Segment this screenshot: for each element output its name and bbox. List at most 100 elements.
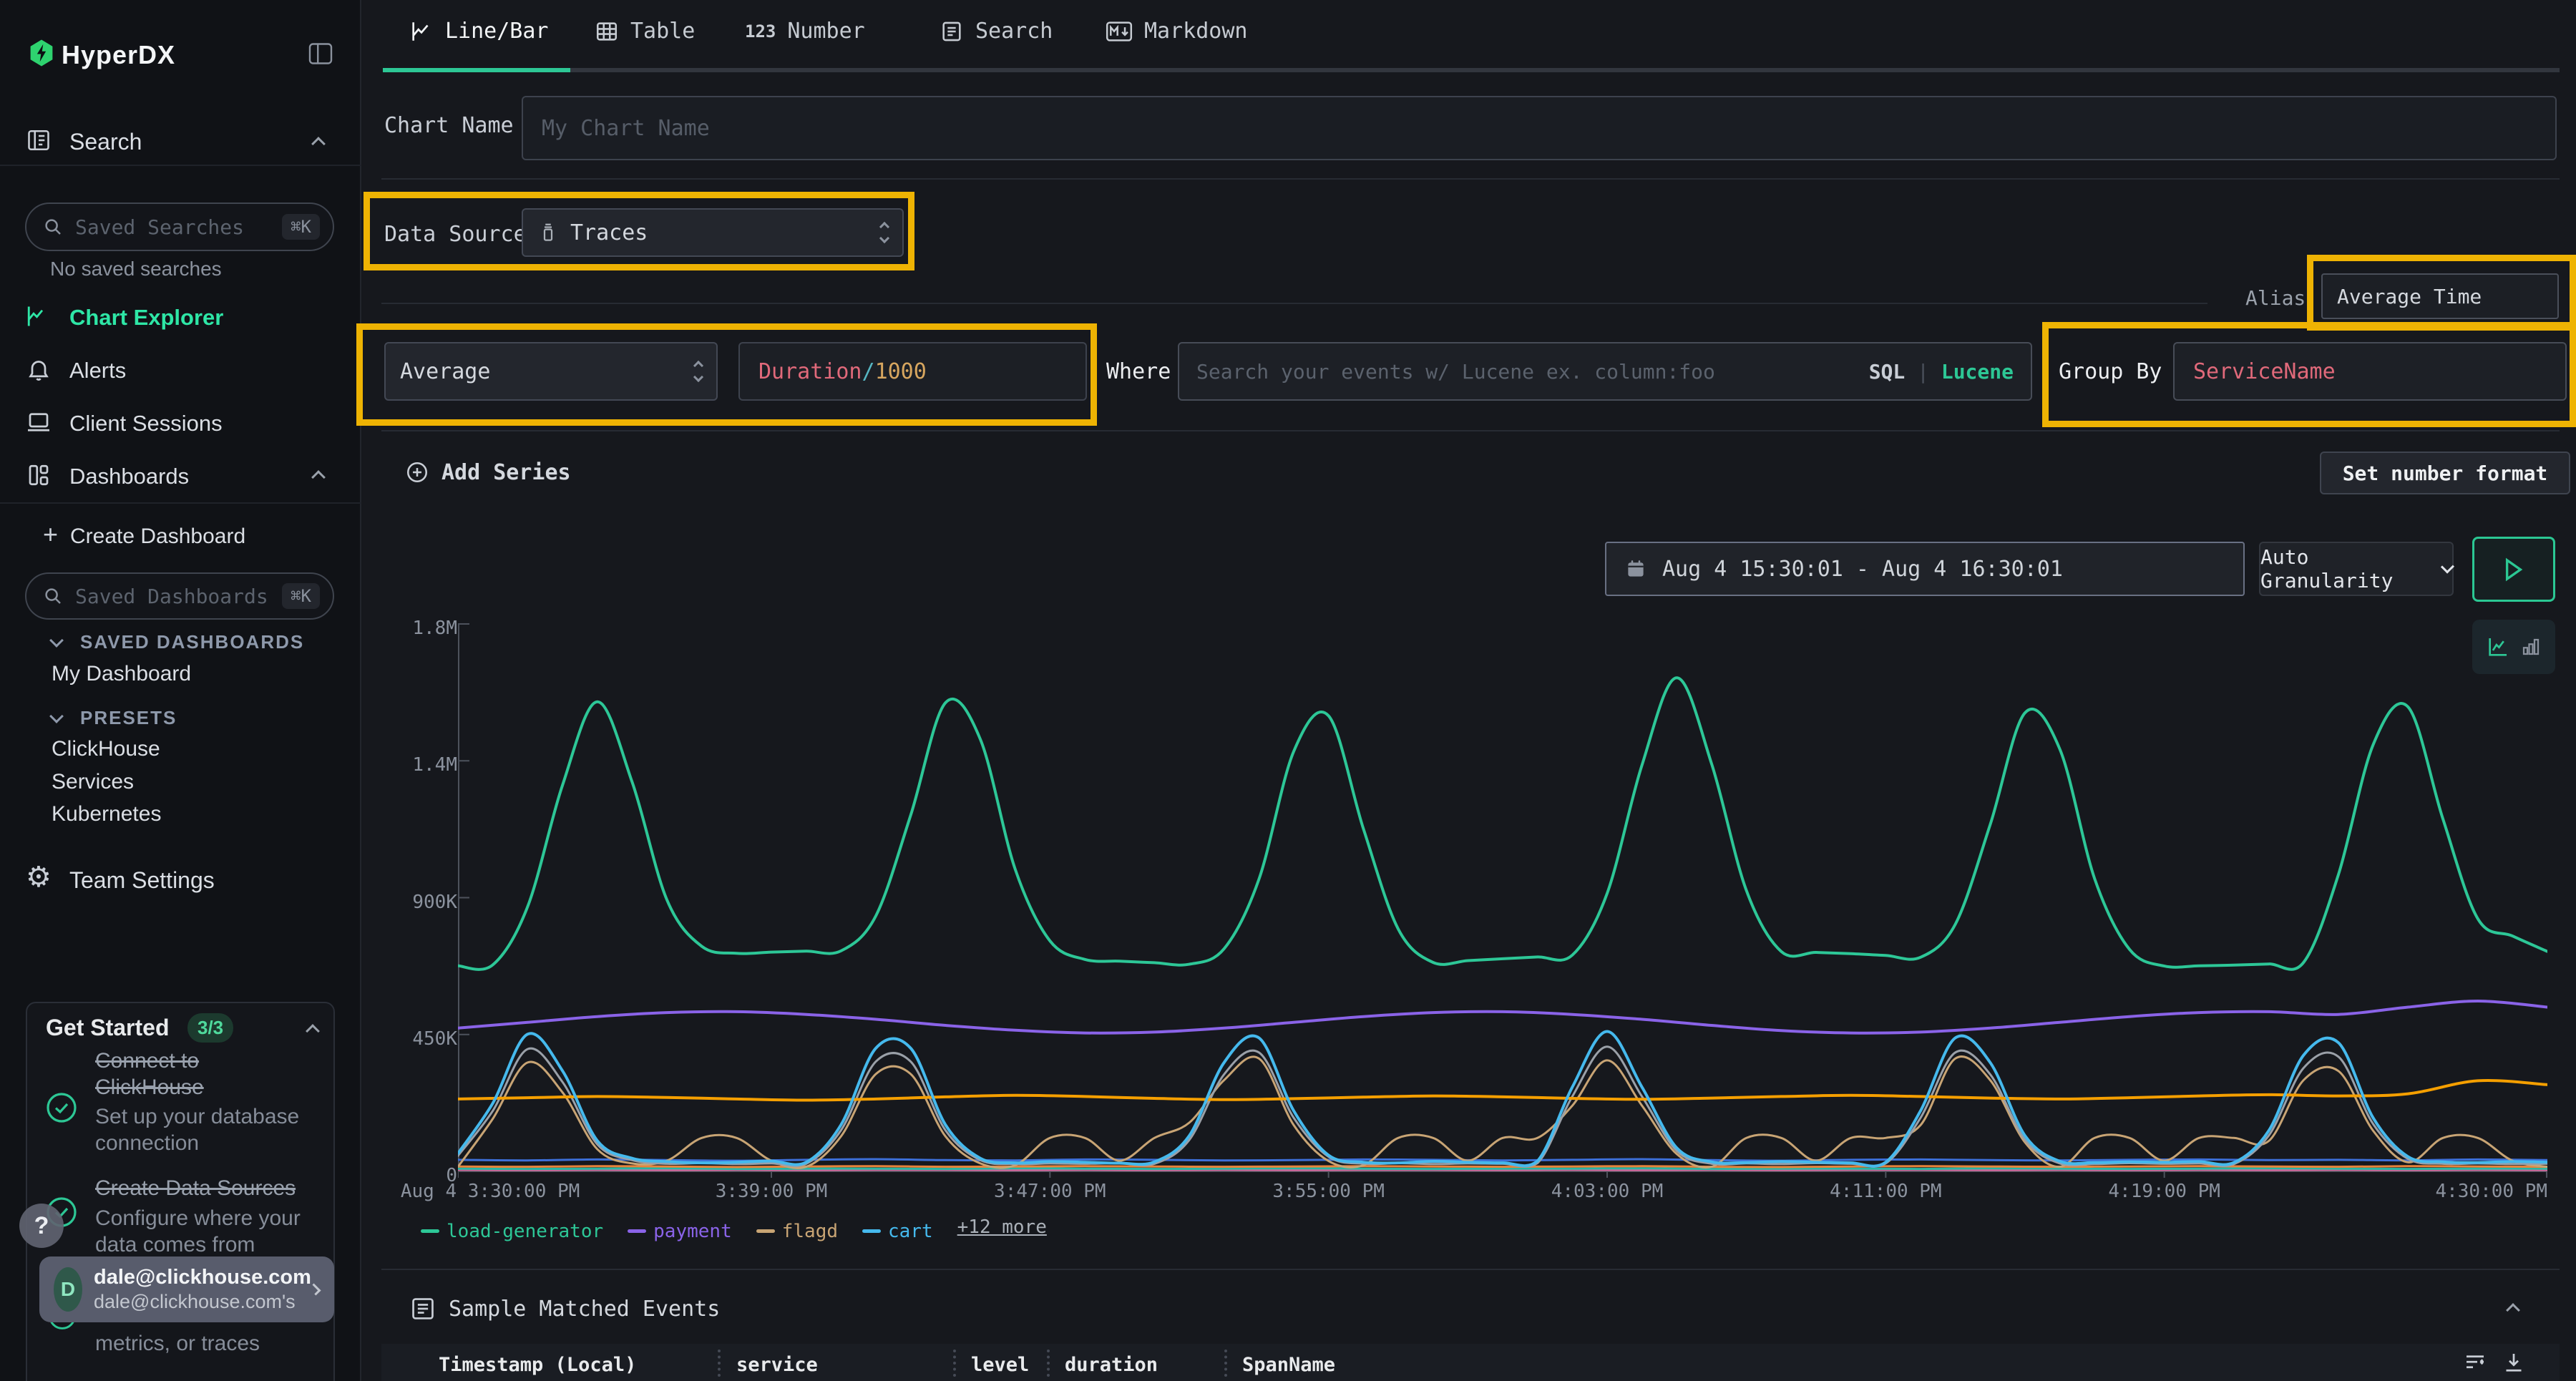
column-header[interactable]: service: [736, 1354, 818, 1376]
legend-more-link[interactable]: +12 more: [957, 1216, 1047, 1238]
lucene-toggle[interactable]: Lucene: [1941, 360, 2014, 384]
run-query-button[interactable]: [2472, 537, 2555, 602]
legend-dash-icon: [862, 1229, 881, 1233]
tab-markdown[interactable]: Markdown: [1106, 19, 1248, 44]
column-header[interactable]: duration: [1065, 1354, 1158, 1376]
where-placeholder: Search your events w/ Lucene ex. column:…: [1196, 360, 1715, 384]
gs-item-desc-line: metrics, or traces: [95, 1330, 260, 1357]
column-header[interactable]: level: [971, 1354, 1029, 1376]
hyperdx-logo-icon: [28, 39, 55, 67]
chevron-up-icon[interactable]: [306, 1024, 320, 1038]
column-header[interactable]: Timestamp (Local): [439, 1354, 636, 1376]
select-chevrons-icon: [881, 223, 888, 242]
field-expression-input[interactable]: Duration/1000: [738, 342, 1087, 401]
x-tick-label: Aug 4 3:30:00 PM: [401, 1181, 580, 1202]
sidebar-item-alerts[interactable]: Alerts: [69, 358, 126, 384]
collapse-sidebar-icon[interactable]: [308, 42, 333, 66]
granularity-select[interactable]: Auto Granularity: [2259, 542, 2454, 596]
chevron-down-icon: [2441, 560, 2454, 574]
y-axis-labels: 0450K900K1.4M1.8M: [361, 624, 473, 1171]
chevron-up-icon[interactable]: [311, 137, 326, 151]
group-by-input[interactable]: [2173, 342, 2567, 401]
tabbar-underline: [383, 68, 2560, 72]
gs-item-desc-line: connection: [95, 1130, 199, 1156]
divider: [381, 303, 2207, 304]
group-saved-dashboards[interactable]: SAVED DASHBOARDS: [80, 631, 304, 653]
legend-item[interactable]: flagd: [756, 1221, 838, 1242]
gs-item-desc-line: Set up your database: [95, 1103, 299, 1130]
plus-icon: +: [43, 519, 58, 550]
column-resizer[interactable]: [1047, 1350, 1050, 1377]
table-icon: [595, 19, 619, 44]
legend-item[interactable]: load-generator: [421, 1221, 603, 1242]
search-section-icon: [26, 127, 52, 153]
set-number-format-button[interactable]: Set number format: [2320, 452, 2570, 494]
gear-icon: ⚙: [26, 863, 52, 892]
x-tick-label: 3:39:00 PM: [716, 1181, 828, 1202]
download-icon[interactable]: [2501, 1350, 2527, 1375]
column-header[interactable]: SpanName: [1242, 1354, 1335, 1376]
where-input[interactable]: Search your events w/ Lucene ex. column:…: [1178, 342, 2032, 401]
y-tick-label: 1.4M: [412, 754, 457, 776]
chart-name-label: Chart Name: [384, 113, 514, 138]
aggregation-select[interactable]: Average: [384, 342, 718, 401]
chevron-down-icon[interactable]: [49, 709, 64, 723]
saved-searches-input[interactable]: Saved Searches ⌘K: [25, 202, 334, 251]
create-dashboard-button[interactable]: Create Dashboard: [70, 524, 245, 549]
tab-table[interactable]: Table: [595, 19, 695, 44]
markdown-icon: [1106, 19, 1133, 44]
alias-input[interactable]: [2321, 273, 2559, 319]
data-source-select[interactable]: Traces: [522, 208, 904, 257]
user-email: dale@clickhouse.com: [94, 1265, 311, 1289]
timeseries-chart[interactable]: [458, 620, 2547, 1178]
x-tick-label: 3:47:00 PM: [994, 1181, 1106, 1202]
chevron-up-icon[interactable]: [311, 470, 326, 484]
alias-label: Alias: [2245, 286, 2306, 310]
sql-toggle[interactable]: SQL: [1869, 360, 1906, 384]
sidebar-item-dashboards[interactable]: Dashboards: [69, 464, 189, 489]
saved-dashboards-input[interactable]: Saved Dashboards ⌘K: [25, 572, 334, 620]
search-icon: [42, 216, 64, 238]
field-token: Duration: [758, 359, 862, 384]
chart-legend[interactable]: load-generator payment flagd cart +12 more: [421, 1216, 2496, 1241]
legend-item[interactable]: cart: [862, 1221, 933, 1242]
divider: [381, 178, 2560, 180]
tab-line-bar[interactable]: Line/Bar: [409, 19, 549, 44]
add-series-button[interactable]: Add Series: [404, 459, 571, 485]
legend-item[interactable]: payment: [628, 1221, 732, 1242]
x-axis-labels: Aug 4 3:30:00 PM3:39:00 PM3:47:00 PM3:55…: [458, 1181, 2547, 1205]
chevron-down-icon[interactable]: [49, 633, 64, 648]
sidebar-item-clickhouse[interactable]: ClickHouse: [52, 737, 160, 761]
date-range-picker[interactable]: Aug 4 15:30:01 - Aug 4 16:30:01: [1605, 542, 2245, 596]
events-table-header: Timestamp (Local) service level duration…: [381, 1344, 2560, 1381]
y-tick-label: 900K: [412, 892, 457, 913]
sidebar-item-search[interactable]: Search: [69, 129, 142, 155]
group-presets[interactable]: PRESETS: [80, 707, 177, 729]
active-tab-underline: [383, 68, 570, 72]
tab-number[interactable]: 123 Number: [745, 19, 865, 44]
calendar-icon: [1625, 557, 1646, 580]
where-label: Where: [1106, 359, 1171, 384]
sidebar-item-team-settings[interactable]: Team Settings: [69, 867, 215, 894]
select-chevrons-icon: [695, 362, 702, 381]
user-menu[interactable]: D dale@clickhouse.com dale@clickhouse.co…: [39, 1256, 334, 1322]
sidebar-item-client-sessions[interactable]: Client Sessions: [69, 411, 223, 436]
column-resizer[interactable]: [953, 1350, 956, 1377]
wrap-text-icon[interactable]: [2462, 1350, 2488, 1375]
data-source-label: Data Source: [384, 222, 527, 247]
help-button[interactable]: ?: [19, 1204, 64, 1248]
sidebar-item-chart-explorer[interactable]: Chart Explorer: [69, 305, 223, 331]
check-circle-icon: [44, 1090, 79, 1125]
chart-name-input[interactable]: [522, 96, 2557, 160]
collapse-section-icon[interactable]: [2506, 1303, 2520, 1317]
search-icon: [42, 585, 64, 607]
column-resizer[interactable]: [1224, 1350, 1227, 1377]
sidebar-item-my-dashboard[interactable]: My Dashboard: [52, 662, 191, 686]
column-resizer[interactable]: [718, 1350, 721, 1377]
divider: [0, 165, 361, 166]
tab-search[interactable]: Search: [940, 19, 1053, 44]
y-tick-label: 1.8M: [412, 618, 457, 639]
sidebar-item-services[interactable]: Services: [52, 770, 134, 794]
sidebar-item-kubernetes[interactable]: Kubernetes: [52, 802, 161, 826]
help-label: ?: [34, 1212, 49, 1240]
